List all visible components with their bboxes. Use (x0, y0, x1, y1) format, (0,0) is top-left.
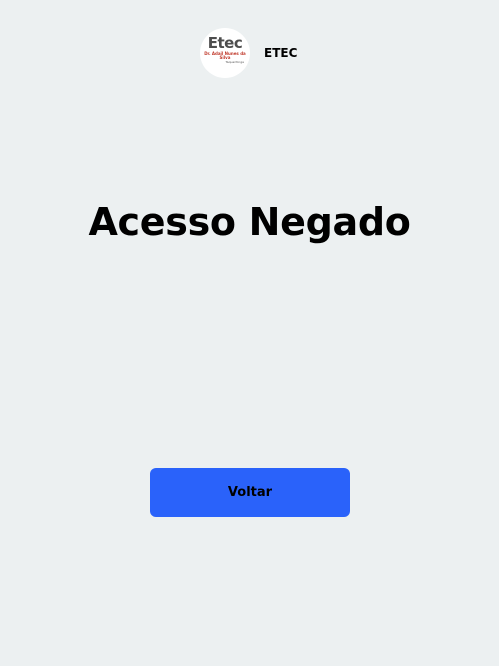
page-title: Acesso Negado (88, 200, 411, 244)
brand-name: ETEC (264, 46, 298, 60)
logo-main-text: Etec (207, 34, 243, 52)
back-button[interactable]: Voltar (150, 468, 350, 517)
logo-city-text: Taquaritinga (225, 60, 244, 64)
etec-logo: Etec Dr. Adail Nunes da Silva Taquaritin… (200, 28, 250, 78)
header: Etec Dr. Adail Nunes da Silva Taquaritin… (200, 28, 297, 78)
logo-sub-text: Dr. Adail Nunes da Silva (204, 51, 246, 60)
